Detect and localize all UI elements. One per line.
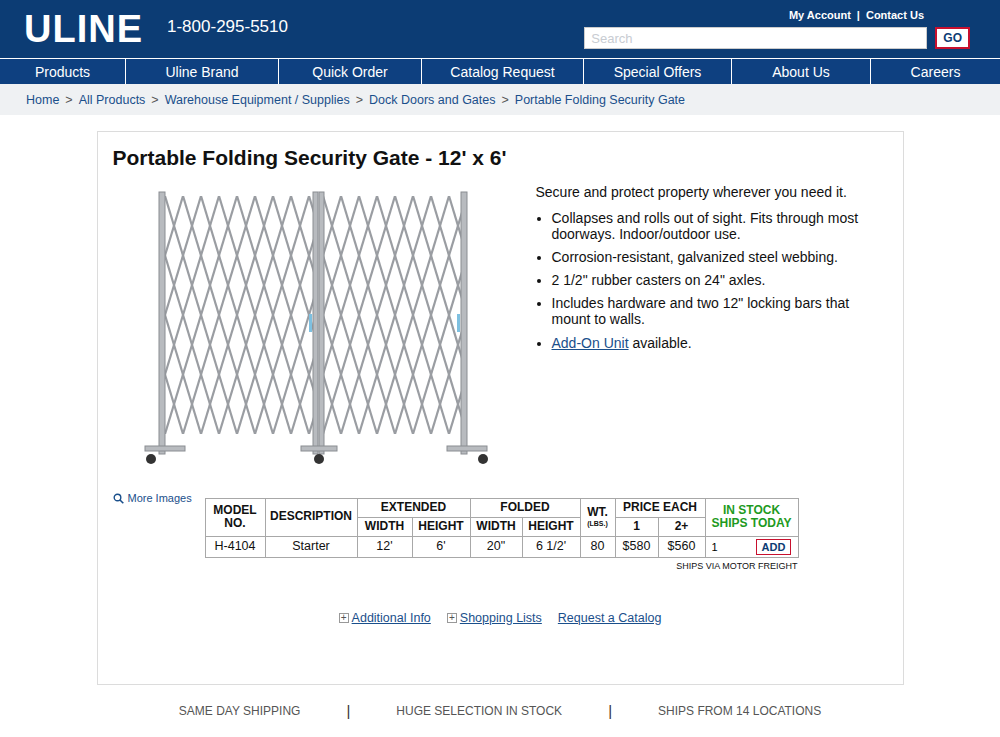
info-link-label: Shopping Lists xyxy=(460,611,542,625)
phone-number: 1-800-295-5510 xyxy=(167,17,288,37)
breadcrumb-link[interactable]: Portable Folding Security Gate xyxy=(515,93,685,107)
footer-item: SAME DAY SHIPPING xyxy=(179,704,301,718)
header-row: MODEL NO.DESCRIPTIONEXTENDEDFOLDEDWT.(LB… xyxy=(205,499,798,518)
feature-item: Add-On Unit available. xyxy=(552,335,866,351)
add-button[interactable]: ADD xyxy=(756,539,792,555)
info-link-label: Request a Catalog xyxy=(558,611,662,625)
column-subheader: HEIGHT xyxy=(522,517,580,536)
breadcrumb-link[interactable]: All Products xyxy=(79,93,146,107)
column-subheader: HEIGHT xyxy=(412,517,470,536)
feature-item: Corrosion-resistant, galvanized steel we… xyxy=(552,249,866,265)
separator: | xyxy=(857,9,860,21)
table-cell: 6 1/2' xyxy=(522,536,580,557)
stock-header: IN STOCK SHIPS TODAY xyxy=(705,499,798,537)
info-link[interactable]: Request a Catalog xyxy=(558,611,662,625)
search-input[interactable] xyxy=(584,27,927,49)
main-nav: ProductsUline BrandQuick OrderCatalog Re… xyxy=(0,58,1000,84)
pricing-table: MODEL NO.DESCRIPTIONEXTENDEDFOLDEDWT.(LB… xyxy=(205,498,799,558)
breadcrumb-separator: > xyxy=(151,93,158,107)
search-bar: GO xyxy=(584,27,970,49)
pricing-section: MODEL NO.DESCRIPTIONEXTENDEDFOLDEDWT.(LB… xyxy=(205,498,798,571)
column-header: MODEL NO. xyxy=(205,499,265,537)
breadcrumb-link[interactable]: Dock Doors and Gates xyxy=(369,93,495,107)
column-subheader: 2+ xyxy=(658,517,705,536)
logo[interactable]: ULINE xyxy=(24,10,143,48)
go-button[interactable]: GO xyxy=(935,27,970,49)
column-header: DESCRIPTION xyxy=(265,499,357,537)
nav-item[interactable]: Quick Order xyxy=(278,59,421,84)
column-group-header: PRICE EACH xyxy=(615,499,705,518)
table-cell: Starter xyxy=(265,536,357,557)
breadcrumb-separator: > xyxy=(65,93,72,107)
feature-item: 2 1/2" rubber casters on 24" axles. xyxy=(552,272,866,288)
magnifier-icon xyxy=(113,493,124,504)
header-right: My Account | Contact Us GO xyxy=(584,9,970,49)
breadcrumb-link[interactable]: Warehouse Equipment / Supplies xyxy=(165,93,350,107)
product-card: Portable Folding Security Gate - 12' x 6… xyxy=(97,131,904,685)
feature-item: Collapses and rolls out of sight. Fits t… xyxy=(552,210,866,242)
buy-controls: ADD xyxy=(708,539,796,555)
image-column: More Images xyxy=(113,184,536,504)
breadcrumb-link[interactable]: Home xyxy=(26,93,59,107)
table-cell: 80 xyxy=(580,536,615,557)
plus-icon: + xyxy=(447,613,457,623)
tagline: Secure and protect property wherever you… xyxy=(536,184,866,200)
column-group-header: EXTENDED xyxy=(357,499,470,518)
nav-item[interactable]: Products xyxy=(0,59,125,84)
footer-item: HUGE SELECTION IN STOCK xyxy=(396,704,562,718)
product-title: Portable Folding Security Gate - 12' x 6… xyxy=(113,146,888,170)
account-links: My Account | Contact Us xyxy=(789,9,924,21)
nav-item[interactable]: About Us xyxy=(731,59,870,84)
table-cell: H-4104 xyxy=(205,536,265,557)
info-link-label: Additional Info xyxy=(352,611,431,625)
nav-item[interactable]: Special Offers xyxy=(583,59,731,84)
column-subheader: 1 xyxy=(615,517,658,536)
breadcrumb: Home > All Products > Warehouse Equipment … xyxy=(0,84,1000,115)
footer-separator: | xyxy=(346,702,350,719)
breadcrumb-separator: > xyxy=(502,93,509,107)
feature-item: Includes hardware and two 12" locking ba… xyxy=(552,295,866,327)
column-note: (LBS.) xyxy=(583,520,613,528)
column-header: WT.(LBS.) xyxy=(580,499,615,537)
feature-list: Collapses and rolls out of sight. Fits t… xyxy=(536,210,866,351)
table-cell: 6' xyxy=(412,536,470,557)
product-row: H-4104Starter12'6'20"6 1/2'80$580$560 AD… xyxy=(205,536,798,557)
table-cell: $560 xyxy=(658,536,705,557)
contact-us-link[interactable]: Contact Us xyxy=(866,9,924,21)
header: ULINE 1-800-295-5510 My Account | Contac… xyxy=(0,0,1000,58)
column-subheader: WIDTH xyxy=(470,517,522,536)
breadcrumb-separator: > xyxy=(356,93,363,107)
footer-item: SHIPS FROM 14 LOCATIONS xyxy=(658,704,821,718)
info-link[interactable]: + Additional Info xyxy=(339,611,431,625)
quantity-input[interactable] xyxy=(708,540,754,554)
page: ULINE 1-800-295-5510 My Account | Contac… xyxy=(0,0,1000,737)
footer-separator: | xyxy=(608,702,612,719)
buy-cell: ADD xyxy=(705,536,798,557)
gate-image[interactable] xyxy=(123,184,503,484)
nav-item[interactable]: Uline Brand xyxy=(125,59,278,84)
nav-item[interactable]: Catalog Request xyxy=(421,59,583,84)
more-images-label: More Images xyxy=(128,492,192,504)
info-links: + Additional Info+ Shopping Lists Reques… xyxy=(113,611,888,625)
my-account-link[interactable]: My Account xyxy=(789,9,851,21)
nav-item[interactable]: Careers xyxy=(870,59,1000,84)
plus-icon: + xyxy=(339,613,349,623)
add-on-link[interactable]: Add-On Unit xyxy=(552,335,629,351)
table-cell: $580 xyxy=(615,536,658,557)
shipping-note: SHIPS VIA MOTOR FREIGHT xyxy=(205,561,798,571)
footer-strip: SAME DAY SHIPPING | HUGE SELECTION IN STO… xyxy=(0,702,1000,719)
table-cell: 12' xyxy=(357,536,412,557)
column-subheader: WIDTH xyxy=(357,517,412,536)
product-body: More Images Secure and protect property … xyxy=(113,184,888,504)
column-group-header: FOLDED xyxy=(470,499,580,518)
info-link[interactable]: + Shopping Lists xyxy=(447,611,542,625)
description-column: Secure and protect property wherever you… xyxy=(536,184,866,504)
more-images-link[interactable]: More Images xyxy=(113,492,536,504)
table-cell: 20" xyxy=(470,536,522,557)
